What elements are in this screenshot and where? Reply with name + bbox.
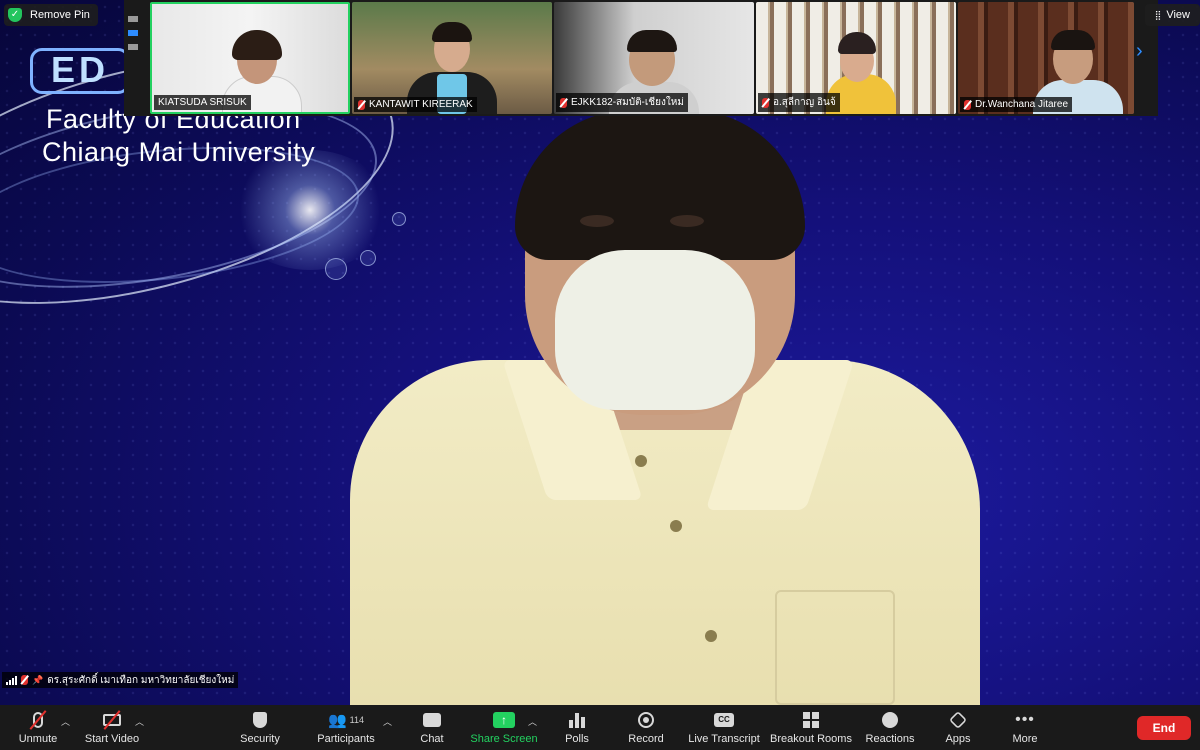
chevron-right-icon[interactable]: › <box>1136 40 1143 63</box>
muted-mic-icon <box>21 675 28 685</box>
participant-tile[interactable]: EJKK182-สมบัติ-เชียงใหม่ <box>554 2 754 114</box>
participant-tile[interactable]: KIATSUDA SRISUK <box>150 2 350 114</box>
speaker-video <box>350 110 990 705</box>
muted-mic-icon <box>560 97 567 108</box>
share-screen-icon: ↑ <box>493 712 515 728</box>
participant-tile[interactable]: KANTAWIT KIREERAK <box>352 2 552 114</box>
closed-caption-icon: CC <box>714 713 734 727</box>
university-title: Chiang Mai University <box>42 137 316 167</box>
speaker-eye <box>580 215 614 227</box>
security-shield-icon: ✓ <box>8 8 22 22</box>
muted-mic-icon <box>964 99 971 110</box>
meeting-toolbar: Unmute ︿ Start Video ︿ Security 👥 114 Pa… <box>0 705 1200 750</box>
speaker-eye <box>670 215 704 227</box>
record-button[interactable]: Record <box>627 709 665 749</box>
remove-pin-label: Remove Pin <box>30 9 90 21</box>
view-button[interactable]: ⣿ View <box>1144 4 1200 26</box>
participants-options-caret-icon[interactable]: ︿ <box>383 715 392 728</box>
layout-grid-icon[interactable] <box>128 44 138 50</box>
muted-mic-icon <box>762 97 769 108</box>
apps-icon <box>948 710 968 730</box>
chat-icon <box>423 713 441 727</box>
speaker-name-label: 📌 ดร.สุระศักดิ์ เมาเทือก มหาวิทยาลัยเชีย… <box>2 672 239 688</box>
record-icon <box>638 712 654 728</box>
view-label: View <box>1166 9 1190 21</box>
signal-icon <box>6 675 17 685</box>
participants-count: 114 <box>349 715 365 725</box>
audio-options-caret-icon[interactable]: ︿ <box>61 715 70 728</box>
video-options-caret-icon[interactable]: ︿ <box>135 715 144 728</box>
unmute-button[interactable]: Unmute <box>18 709 58 749</box>
layout-strip-icon[interactable] <box>128 30 138 36</box>
muted-mic-icon <box>358 99 365 110</box>
shirt-button <box>705 630 717 642</box>
reactions-icon <box>882 712 898 728</box>
share-options-caret-icon[interactable]: ︿ <box>528 715 537 728</box>
participant-name-label: EJKK182-สมบัติ-เชียงใหม่ <box>556 93 688 112</box>
chat-button[interactable]: Chat <box>418 709 446 749</box>
participant-tile[interactable]: Dr.Wanchana Jitaree <box>958 2 1134 114</box>
security-button[interactable]: Security <box>238 709 282 749</box>
speaker-hair <box>515 110 805 260</box>
background-orb <box>325 258 347 280</box>
remove-pin-button[interactable]: ✓ Remove Pin <box>4 4 98 26</box>
layout-hide-icon[interactable] <box>128 16 138 22</box>
participant-name-label: Dr.Wanchana Jitaree <box>960 97 1073 112</box>
grid-icon: ⣿ <box>1154 9 1162 20</box>
live-transcript-button[interactable]: CC Live Transcript <box>688 709 760 749</box>
more-icon: ••• <box>1015 711 1035 728</box>
face-mask <box>555 250 755 410</box>
polls-icon <box>569 712 585 728</box>
share-screen-button[interactable]: ↑ Share Screen <box>470 709 538 749</box>
breakout-rooms-button[interactable]: Breakout Rooms <box>770 709 852 749</box>
polls-button[interactable]: Polls <box>563 709 591 749</box>
participant-name-label: KANTAWIT KIREERAK <box>354 97 477 112</box>
end-meeting-button[interactable]: End <box>1137 716 1191 740</box>
shirt-button <box>635 455 647 467</box>
shirt-button <box>670 520 682 532</box>
pin-icon: 📌 <box>32 674 44 685</box>
shield-icon <box>253 712 267 728</box>
more-button[interactable]: ••• More <box>1010 709 1040 749</box>
apps-button[interactable]: Apps <box>944 709 972 749</box>
start-video-button[interactable]: Start Video <box>84 709 140 749</box>
participant-name-label: KIATSUDA SRISUK <box>154 95 251 110</box>
strip-layout-controls[interactable] <box>128 16 142 50</box>
faculty-logo: ED <box>30 48 130 94</box>
reactions-button[interactable]: Reactions <box>866 709 914 749</box>
participant-name-label: อ.สุลีกาญ อินจ้ <box>758 93 840 112</box>
breakout-rooms-icon <box>803 712 819 728</box>
participant-tile[interactable]: อ.สุลีกาญ อินจ้ <box>756 2 956 114</box>
shirt-pocket <box>775 590 895 705</box>
participants-button[interactable]: 👥 114 Participants <box>316 709 376 749</box>
participants-icon: 👥 <box>327 712 347 729</box>
